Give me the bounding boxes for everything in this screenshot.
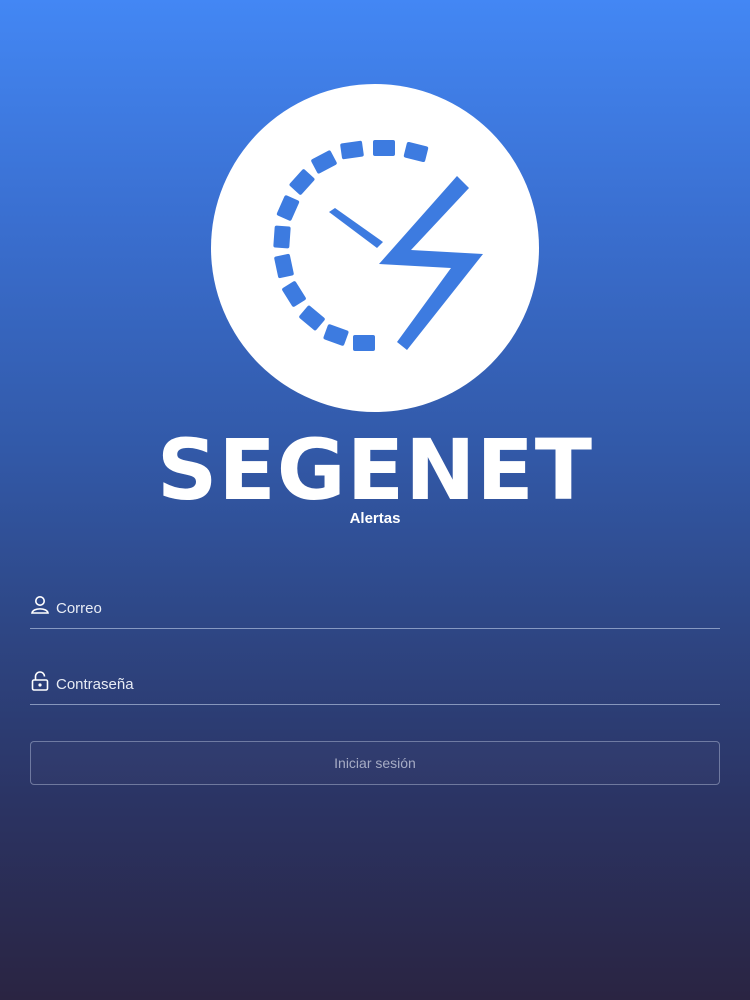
brand-name: SEGENET [156,421,594,519]
brand-subtitle: Alertas [349,510,401,527]
user-icon [30,594,50,616]
password-field [30,668,720,705]
email-field [30,592,720,629]
lock-icon [30,670,50,692]
email-input[interactable] [56,596,696,620]
password-input[interactable] [56,672,696,696]
app-logo [211,84,539,412]
stopwatch-lightning-icon [273,140,483,351]
login-button[interactable]: Iniciar sesión [30,741,720,785]
